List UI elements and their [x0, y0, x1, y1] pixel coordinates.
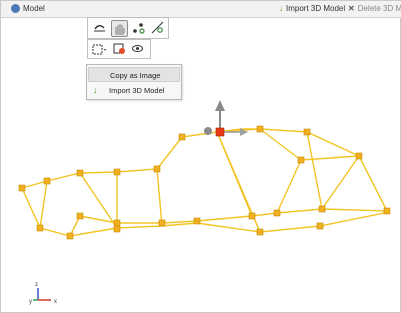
measure-tool-button[interactable] [150, 20, 167, 37]
gizmo-z-arrow-icon[interactable] [215, 100, 225, 111]
eye-icon [132, 45, 143, 52]
context-menu: Copy as Image ↓ Import 3D Model [86, 64, 182, 100]
import-arrow-icon: ↓ [93, 85, 98, 95]
undo-tool-button[interactable] [92, 20, 109, 37]
import-3d-model-button[interactable]: ↓ Import 3D Model [279, 4, 345, 13]
node[interactable] [248, 212, 256, 220]
node[interactable] [113, 225, 121, 233]
selection-box-icon [92, 44, 106, 55]
node[interactable] [43, 177, 51, 185]
model-icon [11, 4, 20, 13]
wireframe-nodes [18, 125, 391, 240]
window-title: Model [23, 4, 45, 13]
node[interactable] [273, 209, 281, 217]
node[interactable] [178, 133, 186, 141]
node[interactable] [318, 205, 326, 213]
node[interactable] [66, 232, 74, 240]
node[interactable] [383, 207, 391, 215]
selection-mode-button[interactable] [91, 41, 108, 58]
node[interactable] [18, 184, 26, 192]
add-node-tool-button[interactable] [131, 20, 148, 37]
menu-item-label: Copy as Image [110, 71, 161, 80]
menu-item-import-3d-model[interactable]: ↓ Import 3D Model [88, 83, 180, 98]
axis-y-label: y [29, 299, 32, 305]
node[interactable] [113, 168, 121, 176]
gizmo-y-handle[interactable] [204, 127, 212, 135]
node[interactable] [316, 222, 324, 230]
menu-item-copy-as-image[interactable]: Copy as Image [88, 67, 180, 82]
node[interactable] [36, 224, 44, 232]
node[interactable] [256, 125, 264, 133]
import-3d-model-label: Import 3D Model [286, 4, 346, 13]
node[interactable] [297, 156, 305, 164]
visibility-button[interactable] [130, 41, 147, 58]
wireframe-edges [21, 128, 390, 237]
node[interactable] [153, 165, 161, 173]
node[interactable] [355, 152, 363, 160]
hand-icon [115, 24, 125, 35]
snapshot-button[interactable] [112, 41, 129, 58]
node[interactable] [158, 219, 166, 227]
axis-x-label: x [54, 299, 57, 305]
delete-3d-model-label: Delete 3D Mo [357, 4, 401, 13]
floating-toolbar-secondary [87, 39, 151, 59]
measure-icon [151, 21, 164, 34]
node[interactable] [76, 212, 84, 220]
title-bar: Model ↓Import 3D Model ✕Delete 3D Mo [1, 1, 401, 18]
floating-toolbar-main [87, 17, 169, 39]
axis-z-label: z [35, 282, 38, 288]
node[interactable] [113, 219, 121, 227]
undo-icon [94, 25, 105, 32]
axis-triad: z y x [29, 282, 57, 305]
node[interactable] [193, 217, 201, 225]
wireframe-canvas[interactable]: z y x [2, 18, 400, 312]
selected-node[interactable] [215, 127, 225, 137]
model-window: Model ↓Import 3D Model ✕Delete 3D Mo [0, 0, 401, 313]
node[interactable] [303, 128, 311, 136]
delete-3d-model-button[interactable]: ✕Delete 3D Mo [348, 4, 401, 13]
node[interactable] [256, 228, 264, 236]
delete-x-icon: ✕ [348, 4, 355, 13]
menu-item-label: Import 3D Model [109, 86, 165, 95]
add-node-icon [133, 23, 145, 34]
node[interactable] [76, 169, 84, 177]
3d-viewport[interactable]: z y x [2, 18, 400, 312]
import-arrow-icon: ↓ [279, 4, 283, 13]
pan-tool-button[interactable] [111, 20, 128, 37]
snapshot-icon [113, 43, 125, 54]
